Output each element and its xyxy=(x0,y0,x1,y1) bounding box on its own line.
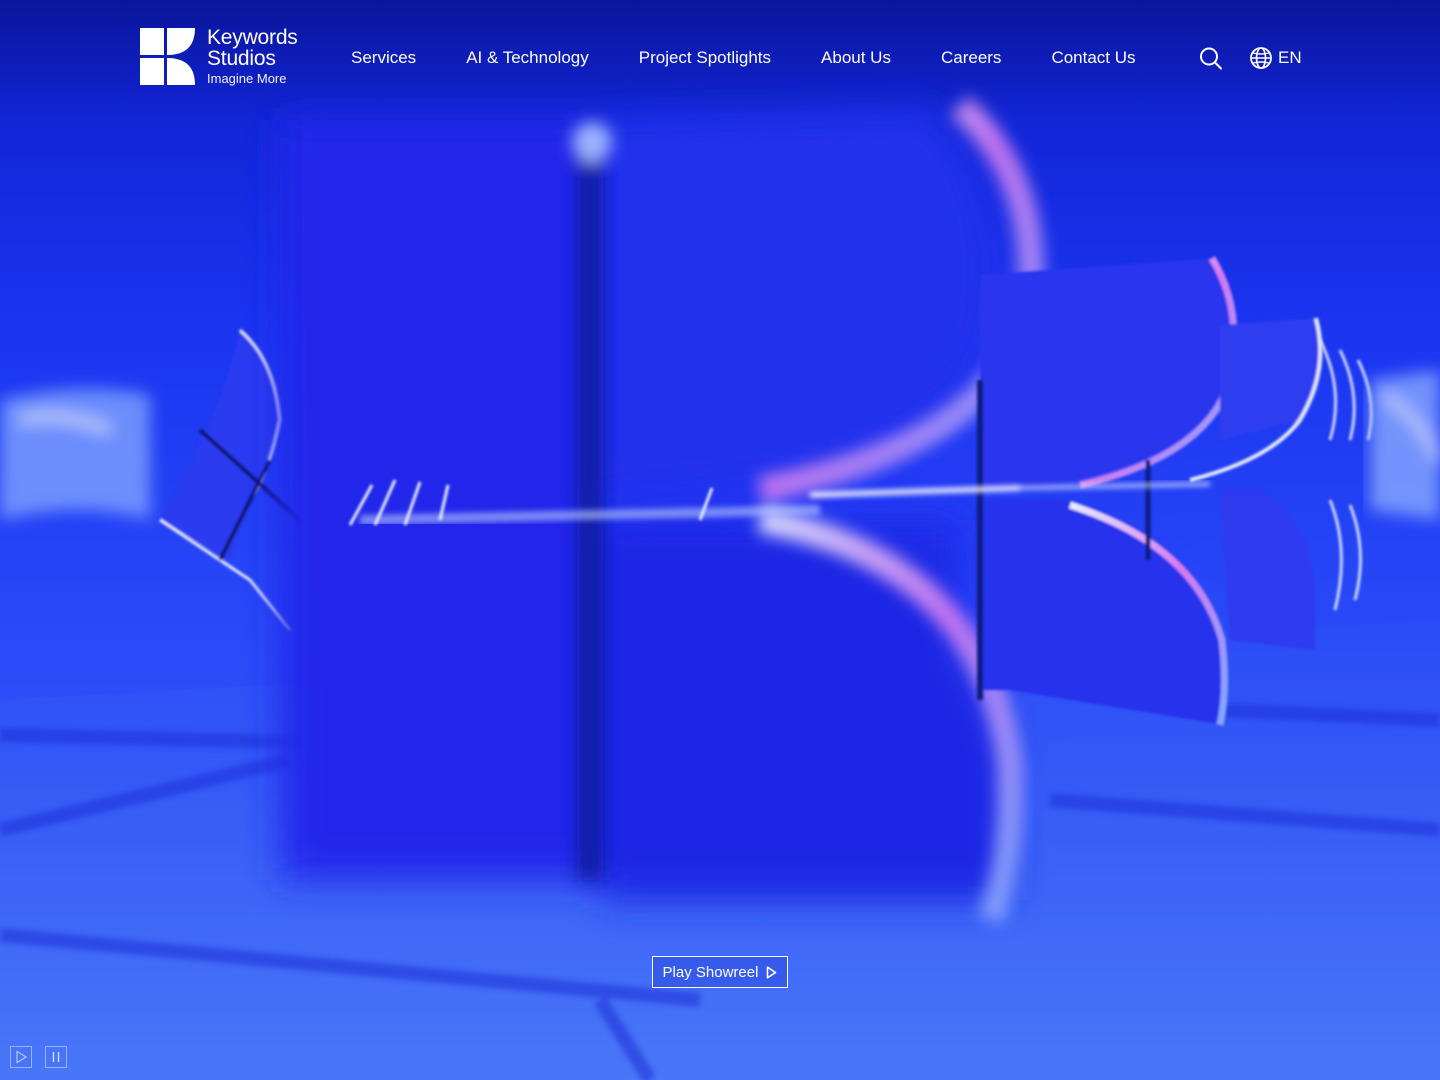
video-play-button[interactable] xyxy=(10,1046,32,1068)
keywords-k-logo-icon xyxy=(140,28,195,85)
brand-logo[interactable]: Keywords Studios Imagine More xyxy=(140,27,298,88)
nav-item-careers[interactable]: Careers xyxy=(941,47,1001,69)
hero-background-art xyxy=(0,95,1440,1080)
showreel-label: Play Showreel xyxy=(662,963,759,981)
search-icon xyxy=(1200,47,1222,70)
nav-item-services[interactable]: Services xyxy=(351,47,416,69)
brand-name-line1: Keywords xyxy=(207,26,298,49)
globe-icon xyxy=(1250,47,1272,69)
play-triangle-icon xyxy=(767,965,777,979)
pause-icon xyxy=(52,1052,60,1062)
brand-tagline: Imagine More xyxy=(207,71,287,86)
brand-wordmark: Keywords Studios Imagine More xyxy=(207,27,298,88)
play-showreel-button[interactable]: Play Showreel xyxy=(652,956,788,988)
language-label: EN xyxy=(1278,48,1302,67)
nav-item-about-us[interactable]: About Us xyxy=(821,47,891,69)
search-button[interactable] xyxy=(1198,45,1224,71)
nav-item-project-spotlights[interactable]: Project Spotlights xyxy=(639,47,771,69)
nav-item-contact-us[interactable]: Contact Us xyxy=(1051,47,1135,69)
top-navigation-bar: Keywords Studios Imagine More Services A… xyxy=(0,0,1440,120)
language-selector[interactable]: EN xyxy=(1249,46,1302,70)
play-icon xyxy=(16,1050,28,1064)
video-pause-button[interactable] xyxy=(45,1046,67,1068)
main-nav: Services AI & Technology Project Spotlig… xyxy=(351,47,1136,69)
hero-section: Keywords Studios Imagine More Services A… xyxy=(0,0,1440,1080)
nav-item-ai-technology[interactable]: AI & Technology xyxy=(466,47,589,69)
brand-name-line2: Studios xyxy=(207,47,276,70)
